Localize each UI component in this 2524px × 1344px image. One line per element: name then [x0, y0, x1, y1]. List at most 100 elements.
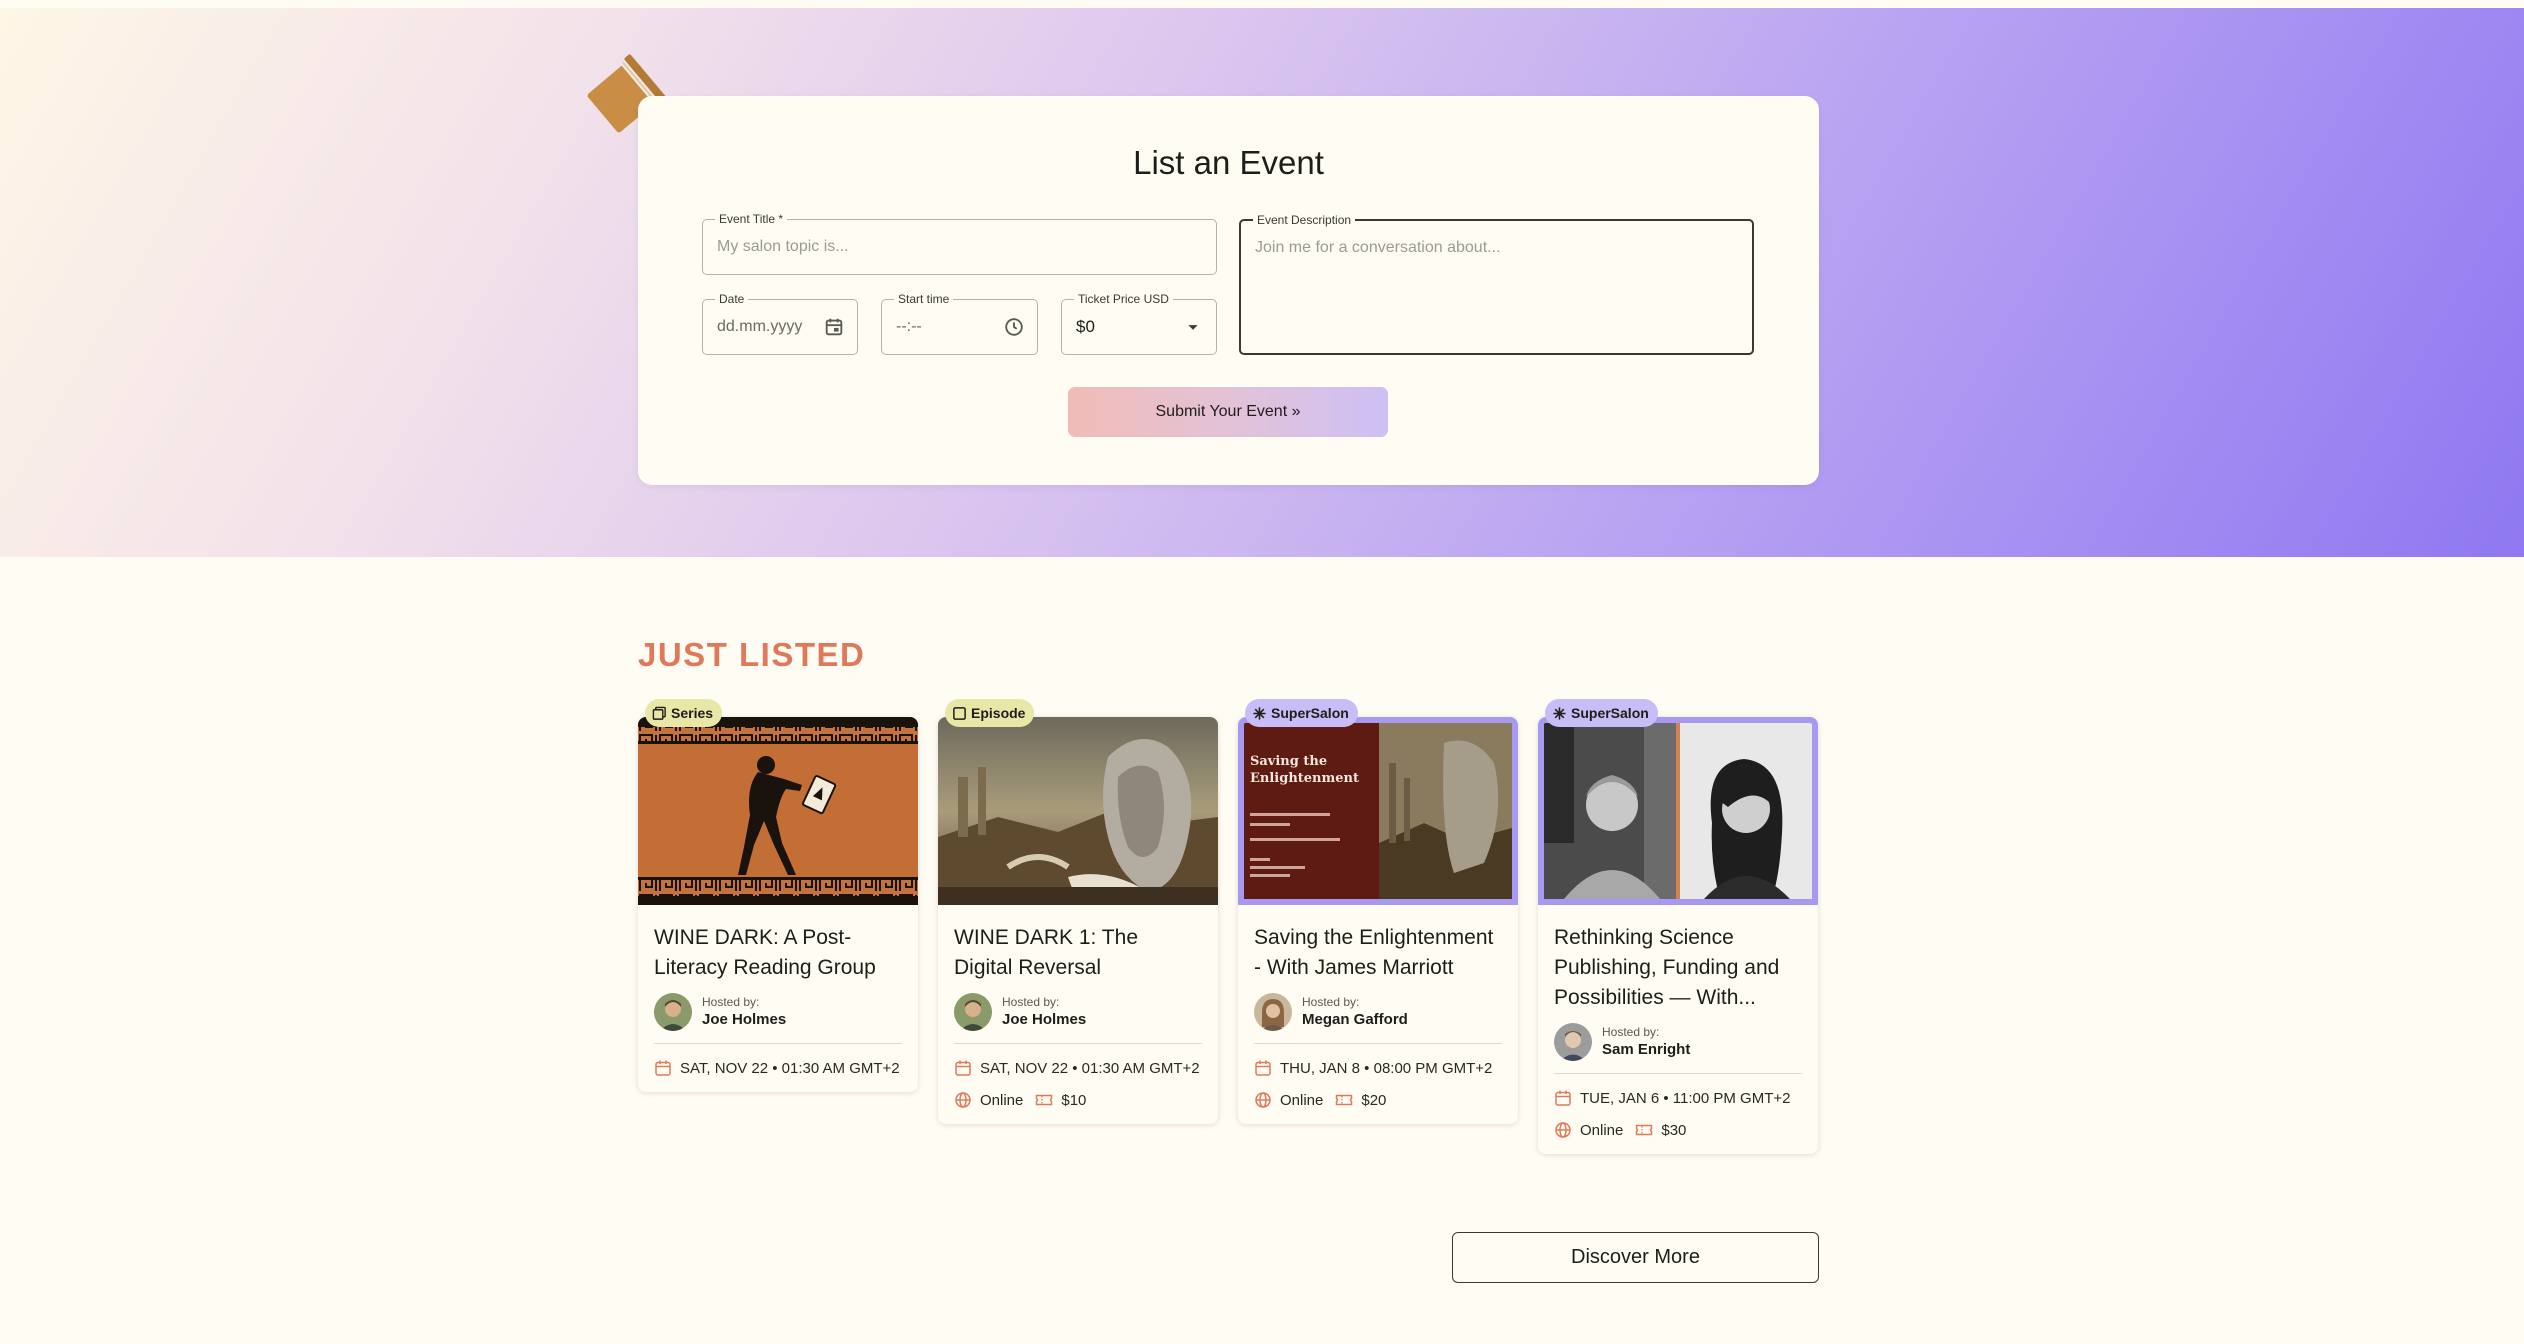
start-time-field[interactable]: Start time --:--: [881, 291, 1038, 355]
event-image: [638, 717, 918, 905]
event-title[interactable]: Saving the Enlightenment - With James Ma…: [1254, 923, 1502, 983]
host-name[interactable]: Megan Gafford: [1302, 1010, 1408, 1030]
event-datetime: SAT, NOV 22 • 01:30 AM GMT+2: [654, 1058, 902, 1078]
event-datetime: THU, JAN 8 • 08:00 PM GMT+2: [1254, 1058, 1502, 1078]
hosted-by-label: Hosted by:: [1602, 1025, 1660, 1039]
event-datetime: SAT, NOV 22 • 01:30 AM GMT+2: [954, 1058, 1202, 1078]
ticket-price-value: $0: [1076, 317, 1095, 336]
dropdown-arrow-icon: [1188, 325, 1198, 330]
ticket-icon: [1336, 1094, 1353, 1106]
calendar-icon: [1555, 1090, 1571, 1106]
hosted-by-label: Hosted by:: [1002, 995, 1060, 1009]
calendar-icon: [655, 1060, 671, 1076]
just-listed-heading: JUST LISTED: [638, 636, 866, 673]
event-image: Saving the Enlightenment: [1238, 717, 1518, 905]
price-text: $10: [1061, 1091, 1087, 1109]
ticket-icon: [1036, 1094, 1053, 1106]
start-time-placeholder: --:--: [896, 318, 922, 335]
poster-image: [1244, 723, 1512, 899]
datetime-text: SAT, NOV 22 • 01:30 AM GMT+2: [680, 1059, 900, 1077]
avatar: [954, 993, 992, 1031]
avatar: [654, 993, 692, 1031]
list-event-form: List an Event Event Title * My salon top…: [638, 96, 1819, 485]
ticket-price-select[interactable]: Ticket Price USD $0: [1061, 291, 1217, 355]
date-placeholder: dd.mm.yyyy: [717, 318, 803, 335]
divider: [954, 1043, 1202, 1044]
badge-label: Episode: [971, 705, 1026, 721]
hero-banner: List an Event Event Title * My salon top…: [0, 8, 2524, 557]
host-info: Hosted by: Joe Holmes: [954, 993, 1202, 1031]
divider: [1254, 1043, 1502, 1044]
ruins-painting-image: [938, 717, 1218, 905]
event-image: [938, 717, 1218, 905]
calendar-icon[interactable]: [823, 316, 845, 338]
host-info: Hosted by: Joe Holmes: [654, 993, 902, 1031]
episode-badge: Episode: [945, 699, 1035, 727]
event-title[interactable]: Rethinking Science Publishing, Funding a…: [1554, 923, 1802, 1013]
discover-more-button[interactable]: Discover More: [1452, 1232, 1819, 1283]
host-name[interactable]: Sam Enright: [1602, 1040, 1690, 1060]
datetime-text: TUE, JAN 6 • 11:00 PM GMT+2: [1580, 1089, 1791, 1107]
divider: [1554, 1073, 1802, 1074]
event-title-field[interactable]: Event Title * My salon topic is...: [702, 211, 1217, 275]
ticket-price-label: Ticket Price USD: [1074, 291, 1173, 307]
event-title-label: Event Title *: [715, 211, 788, 227]
hosted-by-label: Hosted by:: [702, 995, 760, 1009]
ticket-icon: [1636, 1124, 1653, 1136]
datetime-text: THU, JAN 8 • 08:00 PM GMT+2: [1280, 1059, 1493, 1077]
host-name[interactable]: Joe Holmes: [702, 1010, 786, 1030]
price-text: $30: [1661, 1121, 1687, 1139]
event-card[interactable]: Series WINE DARK: A Post-Literacy Readin…: [638, 699, 918, 1092]
event-description-placeholder: Join me for a conversation about...: [1255, 239, 1501, 256]
event-location-price: Online $30: [1554, 1120, 1802, 1140]
badge-label: SuperSalon: [1271, 705, 1349, 721]
form-title: List an Event: [1133, 144, 1324, 181]
location-text: Online: [980, 1091, 1024, 1109]
globe-icon: [1255, 1092, 1271, 1108]
start-time-label: Start time: [894, 291, 954, 307]
host-info: Hosted by: Megan Gafford: [1254, 993, 1502, 1031]
clock-icon[interactable]: [1003, 316, 1025, 338]
location-text: Online: [1580, 1121, 1624, 1139]
host-info: Hosted by: Sam Enright: [1554, 1023, 1802, 1061]
datetime-text: SAT, NOV 22 • 01:30 AM GMT+2: [980, 1059, 1200, 1077]
event-card[interactable]: SuperSalon Saving the Enlightenment Savi…: [1238, 699, 1518, 1124]
event-title[interactable]: WINE DARK 1: The Digital Reversal: [954, 923, 1202, 983]
stack-icon: [652, 706, 666, 720]
globe-icon: [1555, 1122, 1571, 1138]
event-location-price: Online $20: [1254, 1090, 1502, 1110]
avatar: [1254, 993, 1292, 1031]
event-image: [1538, 717, 1818, 905]
calendar-icon: [1255, 1060, 1271, 1076]
badge-label: SuperSalon: [1571, 705, 1649, 721]
event-description-label: Event Description: [1253, 212, 1356, 228]
event-title[interactable]: WINE DARK: A Post-Literacy Reading Group: [654, 923, 902, 983]
series-badge: Series: [645, 699, 723, 727]
event-title-placeholder: My salon topic is...: [717, 238, 849, 255]
location-text: Online: [1280, 1091, 1324, 1109]
poster-title: Saving the Enlightenment: [1250, 754, 1359, 786]
greek-vase-figure-image: [638, 717, 918, 905]
submit-event-button[interactable]: Submit Your Event »: [1068, 387, 1388, 437]
supersalon-badge: SuperSalon: [1545, 699, 1658, 727]
badge-label: Series: [671, 705, 714, 721]
speakers-photo-image: [1544, 723, 1812, 899]
event-card[interactable]: Episode WINE DARK 1: The Digital Reversa…: [938, 699, 1218, 1124]
supersalon-badge: SuperSalon: [1245, 699, 1358, 727]
avatar: [1554, 1023, 1592, 1061]
calendar-icon: [955, 1060, 971, 1076]
host-name[interactable]: Joe Holmes: [1002, 1010, 1086, 1030]
globe-icon: [955, 1092, 971, 1108]
event-card[interactable]: SuperSalon Rethinking Science Publishing…: [1538, 699, 1818, 1154]
square-icon: [953, 706, 966, 720]
price-text: $20: [1361, 1091, 1387, 1109]
event-location-price: Online $10: [954, 1090, 1202, 1110]
date-label: Date: [715, 291, 749, 307]
divider: [654, 1043, 902, 1044]
event-datetime: TUE, JAN 6 • 11:00 PM GMT+2: [1554, 1088, 1802, 1108]
hosted-by-label: Hosted by:: [1302, 995, 1360, 1009]
sparkle-icon: [1253, 706, 1266, 720]
date-field[interactable]: Date dd.mm.yyyy: [702, 291, 858, 355]
sparkle-icon: [1553, 706, 1566, 720]
event-description-field[interactable]: Event Description Join me for a conversa…: [1239, 212, 1754, 355]
